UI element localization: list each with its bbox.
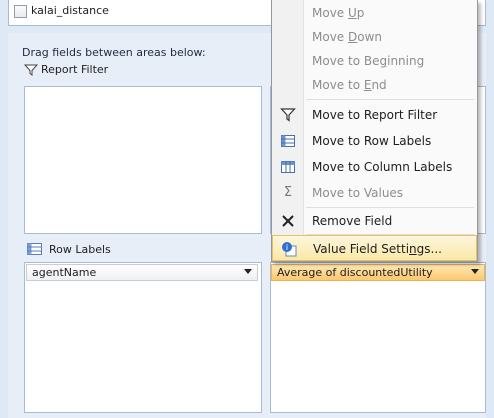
- menu-item-label: Move to Values: [312, 186, 404, 200]
- close-icon: [282, 215, 294, 227]
- sigma-icon: Σ: [283, 185, 293, 200]
- chevron-down-icon[interactable]: [244, 269, 252, 274]
- row-field-label: agentName: [32, 266, 97, 279]
- row-labels-icon: [27, 243, 42, 255]
- filter-icon: [24, 64, 38, 76]
- menu-separator: [306, 99, 474, 100]
- report-filter-label: Report Filter: [41, 63, 109, 76]
- drag-instruction: Drag fields between areas below:: [22, 46, 206, 59]
- menu-item-label: Move Down: [312, 30, 383, 44]
- menu-item-move-to-beginning[interactable]: Move to Beginning: [272, 48, 477, 74]
- context-menu: Move Up Move Down Move to Beginning Move…: [271, 0, 478, 262]
- menu-item-move-to-end[interactable]: Move to End: [272, 72, 477, 98]
- value-field-chip[interactable]: Average of discountedUtility: [271, 264, 485, 281]
- menu-item-value-field-settings[interactable]: i Value Field Settings...: [272, 235, 477, 261]
- row-labels-area[interactable]: [24, 262, 262, 413]
- menu-item-move-down[interactable]: Move Down: [272, 24, 477, 50]
- menu-item-label: Remove Field: [312, 214, 393, 228]
- menu-item-label: Move to Row Labels: [312, 134, 432, 148]
- menu-item-label: Move to Column Labels: [312, 160, 453, 174]
- svg-text:i: i: [286, 243, 288, 252]
- values-area[interactable]: [270, 262, 486, 413]
- menu-item-label: Move to Beginning: [312, 54, 425, 68]
- menu-item-label: Value Field Settings...: [313, 242, 442, 256]
- menu-item-move-to-values[interactable]: Σ Move to Values: [272, 180, 477, 206]
- row-labels-icon: [281, 135, 295, 147]
- menu-item-label: Move to Report Filter: [312, 108, 438, 122]
- menu-item-label: Move to End: [312, 78, 387, 92]
- menu-item-move-to-column-labels[interactable]: Move to Column Labels: [272, 154, 477, 180]
- row-field-chip[interactable]: agentName: [26, 264, 258, 281]
- menu-item-move-up[interactable]: Move Up: [272, 0, 477, 26]
- report-filter-area[interactable]: [24, 86, 262, 234]
- menu-item-move-to-report-filter[interactable]: Move to Report Filter: [272, 102, 477, 128]
- filter-icon: [280, 108, 296, 122]
- chevron-down-icon[interactable]: [471, 269, 479, 274]
- row-labels-label: Row Labels: [49, 243, 111, 256]
- menu-item-remove-field[interactable]: Remove Field: [272, 208, 477, 234]
- column-labels-icon: [281, 161, 295, 173]
- value-field-label: Average of discountedUtility: [277, 266, 433, 279]
- field-settings-icon: i: [282, 242, 297, 257]
- field-name[interactable]: kalai_distance: [31, 4, 109, 17]
- menu-item-label: Move Up: [312, 6, 365, 20]
- menu-item-move-to-row-labels[interactable]: Move to Row Labels: [272, 128, 477, 154]
- field-checkbox[interactable]: [14, 5, 27, 18]
